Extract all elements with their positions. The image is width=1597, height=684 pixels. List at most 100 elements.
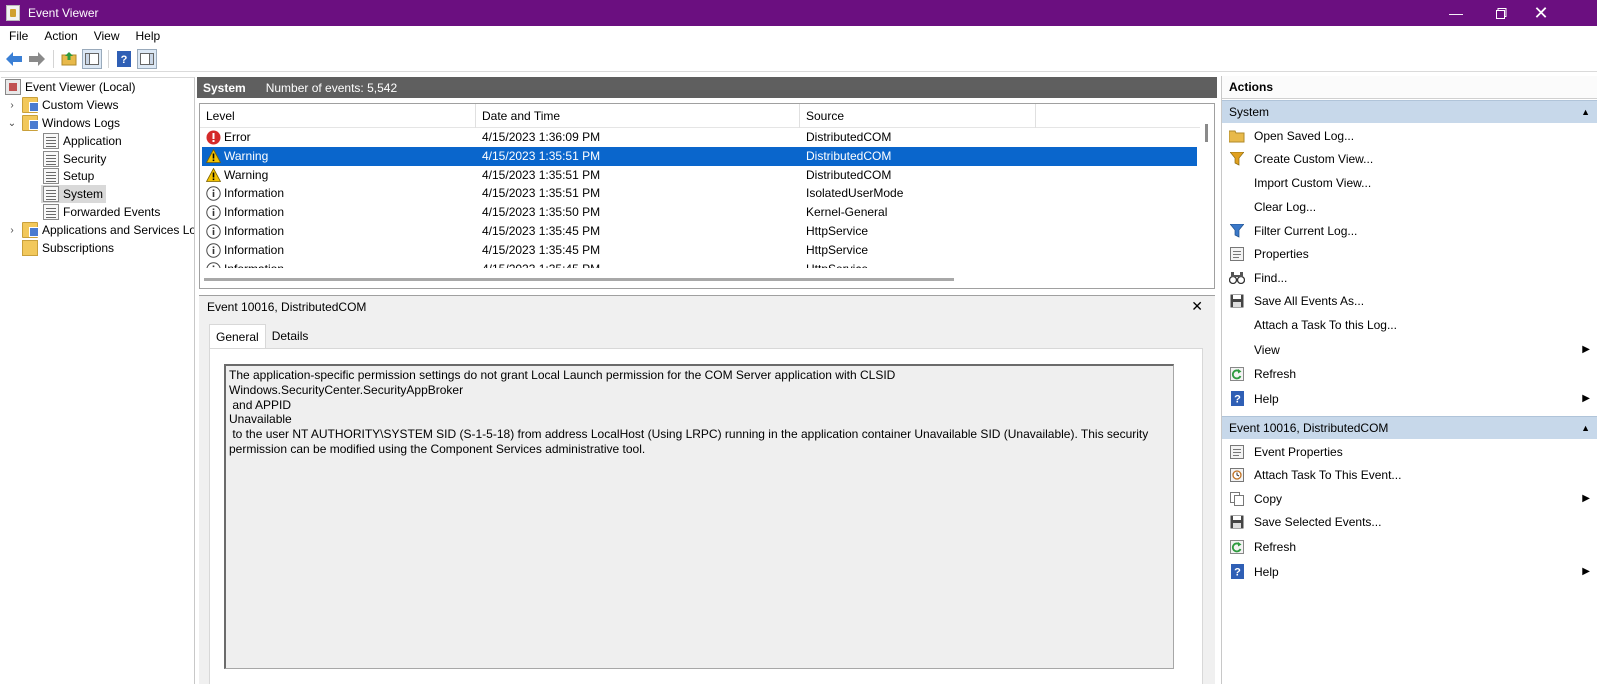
warning-icon <box>206 168 221 183</box>
action-refresh[interactable]: Refresh <box>1222 362 1597 385</box>
minimize-button[interactable]: — <box>1433 0 1479 26</box>
action-attach-task-to-event[interactable]: Attach Task To This Event... <box>1222 463 1597 486</box>
folder-icon <box>22 222 39 238</box>
close-window-button[interactable]: ✕ <box>1518 0 1564 26</box>
folder-icon <box>22 97 39 113</box>
table-row[interactable]: Warning 4/15/2023 1:35:51 PM Distributed… <box>202 166 1197 185</box>
action-view[interactable]: View ▶ <box>1222 338 1597 361</box>
tree-label: Applications and Services Lo <box>42 223 195 237</box>
properties-icon <box>1229 246 1245 262</box>
copy-icon <box>1229 491 1245 507</box>
help-icon: ? <box>1229 391 1245 407</box>
tree-item-applications-and-services[interactable]: › Applications and Services Lo <box>6 221 195 239</box>
tree-label: Event Viewer (Local) <box>25 80 136 94</box>
back-arrow-icon[interactable] <box>4 49 24 69</box>
tab-general[interactable]: General <box>209 324 266 348</box>
action-open-saved-log[interactable]: Open Saved Log... <box>1222 124 1597 147</box>
actions-section-system[interactable]: System ▲ <box>1222 100 1597 123</box>
table-row[interactable]: Warning 4/15/2023 1:35:51 PM Distributed… <box>202 147 1197 166</box>
action-copy[interactable]: Copy ▶ <box>1222 487 1597 510</box>
log-icon <box>43 151 59 167</box>
action-help[interactable]: ? Help ▶ <box>1222 387 1597 410</box>
row-source: DistributedCOM <box>806 168 892 183</box>
tree-label: Security <box>63 152 107 166</box>
horizontal-scrollbar[interactable] <box>204 278 954 281</box>
table-row[interactable]: Information 4/15/2023 1:35:45 PM HttpSer… <box>202 241 1197 260</box>
row-source: HttpService <box>806 243 869 258</box>
chevron-right-icon[interactable]: › <box>6 225 18 236</box>
action-label: Help <box>1254 391 1279 406</box>
tree-label: Setup <box>63 169 95 183</box>
tree-label: Application <box>63 134 122 148</box>
tree-label: System <box>63 187 104 201</box>
event-viewer-icon <box>5 79 21 95</box>
action-find[interactable]: Find... <box>1222 266 1597 289</box>
properties-icon <box>1229 444 1245 460</box>
tree-item-forwarded-events[interactable]: Forwarded Events <box>43 203 160 221</box>
action-save-all-events[interactable]: Save All Events As... <box>1222 289 1597 312</box>
binoculars-icon <box>1229 270 1245 286</box>
show-hide-action-pane-icon[interactable] <box>137 49 157 69</box>
blank-icon <box>1229 342 1245 358</box>
event-message[interactable]: The application-specific permission sett… <box>224 364 1174 669</box>
help-icon[interactable]: ? <box>114 49 134 69</box>
tree-item-subscriptions[interactable]: Subscriptions <box>22 239 114 257</box>
action-label: Clear Log... <box>1254 199 1317 214</box>
action-help-event[interactable]: ? Help ▶ <box>1222 560 1597 583</box>
save-disk-icon <box>1229 514 1245 530</box>
row-date: 4/15/2023 1:35:51 PM <box>482 149 601 164</box>
submenu-arrow-icon: ▶ <box>1582 344 1590 355</box>
tree-item-event-viewer-local[interactable]: Event Viewer (Local) <box>5 78 136 96</box>
action-create-custom-view[interactable]: Create Custom View... <box>1222 147 1597 170</box>
tree-item-system[interactable]: System <box>41 185 107 203</box>
menu-view[interactable]: View <box>86 26 128 47</box>
action-refresh-event[interactable]: Refresh <box>1222 535 1597 558</box>
information-icon <box>206 186 221 201</box>
table-row[interactable]: Information 4/15/2023 1:35:45 PM HttpSer… <box>202 222 1197 241</box>
general-tab-body: The application-specific permission sett… <box>209 348 1203 684</box>
tab-details[interactable]: Details <box>266 324 315 348</box>
table-row[interactable]: Information 4/15/2023 1:35:51 PM Isolate… <box>202 184 1197 203</box>
row-level: Warning <box>224 149 269 164</box>
close-icon[interactable]: ✕ <box>1191 298 1203 315</box>
menu-file[interactable]: File <box>0 26 36 47</box>
action-filter-current-log[interactable]: Filter Current Log... <box>1222 219 1597 242</box>
action-import-custom-view[interactable]: Import Custom View... <box>1222 171 1597 194</box>
action-properties[interactable]: Properties <box>1222 242 1597 265</box>
error-icon <box>206 130 221 145</box>
svg-text:?: ? <box>121 54 128 66</box>
information-icon <box>206 243 221 258</box>
forward-arrow-icon[interactable] <box>27 49 47 69</box>
menu-help[interactable]: Help <box>128 26 169 47</box>
show-hide-console-tree-icon[interactable] <box>82 49 102 69</box>
action-save-selected-events[interactable]: Save Selected Events... <box>1222 510 1597 533</box>
column-header-level[interactable]: Level <box>200 104 476 128</box>
menu-action[interactable]: Action <box>36 26 85 47</box>
chevron-right-icon[interactable]: › <box>6 100 18 111</box>
chevron-down-icon[interactable]: ⌄ <box>6 118 18 129</box>
tree-item-setup[interactable]: Setup <box>43 167 94 185</box>
tree-label: Windows Logs <box>42 116 121 130</box>
up-folder-icon[interactable] <box>59 49 79 69</box>
tree-label: Forwarded Events <box>63 205 161 219</box>
row-level: Information <box>224 224 285 239</box>
tree-item-custom-views[interactable]: › Custom Views <box>6 96 118 114</box>
vertical-scrollbar[interactable] <box>1205 124 1208 142</box>
column-header-source[interactable]: Source <box>800 104 1036 128</box>
submenu-arrow-icon: ▶ <box>1582 493 1590 504</box>
column-header-date[interactable]: Date and Time <box>476 104 800 128</box>
action-label: Help <box>1254 564 1279 579</box>
save-disk-icon <box>1229 293 1245 309</box>
action-event-properties[interactable]: Event Properties <box>1222 440 1597 463</box>
table-row[interactable]: Information 4/15/2023 1:35:50 PM Kernel-… <box>202 203 1197 222</box>
collapse-up-icon[interactable]: ▲ <box>1581 101 1590 124</box>
actions-section-event[interactable]: Event 10016, DistributedCOM ▲ <box>1222 416 1597 439</box>
table-row[interactable]: Error 4/15/2023 1:36:09 PM DistributedCO… <box>202 128 1197 147</box>
action-label: Open Saved Log... <box>1254 128 1355 143</box>
action-clear-log[interactable]: Clear Log... <box>1222 195 1597 218</box>
action-attach-task-to-log[interactable]: Attach a Task To this Log... <box>1222 313 1597 336</box>
collapse-up-icon[interactable]: ▲ <box>1581 417 1590 440</box>
tree-item-security[interactable]: Security <box>43 150 106 168</box>
tree-item-windows-logs[interactable]: ⌄ Windows Logs <box>6 114 120 132</box>
tree-item-application[interactable]: Application <box>43 132 122 150</box>
